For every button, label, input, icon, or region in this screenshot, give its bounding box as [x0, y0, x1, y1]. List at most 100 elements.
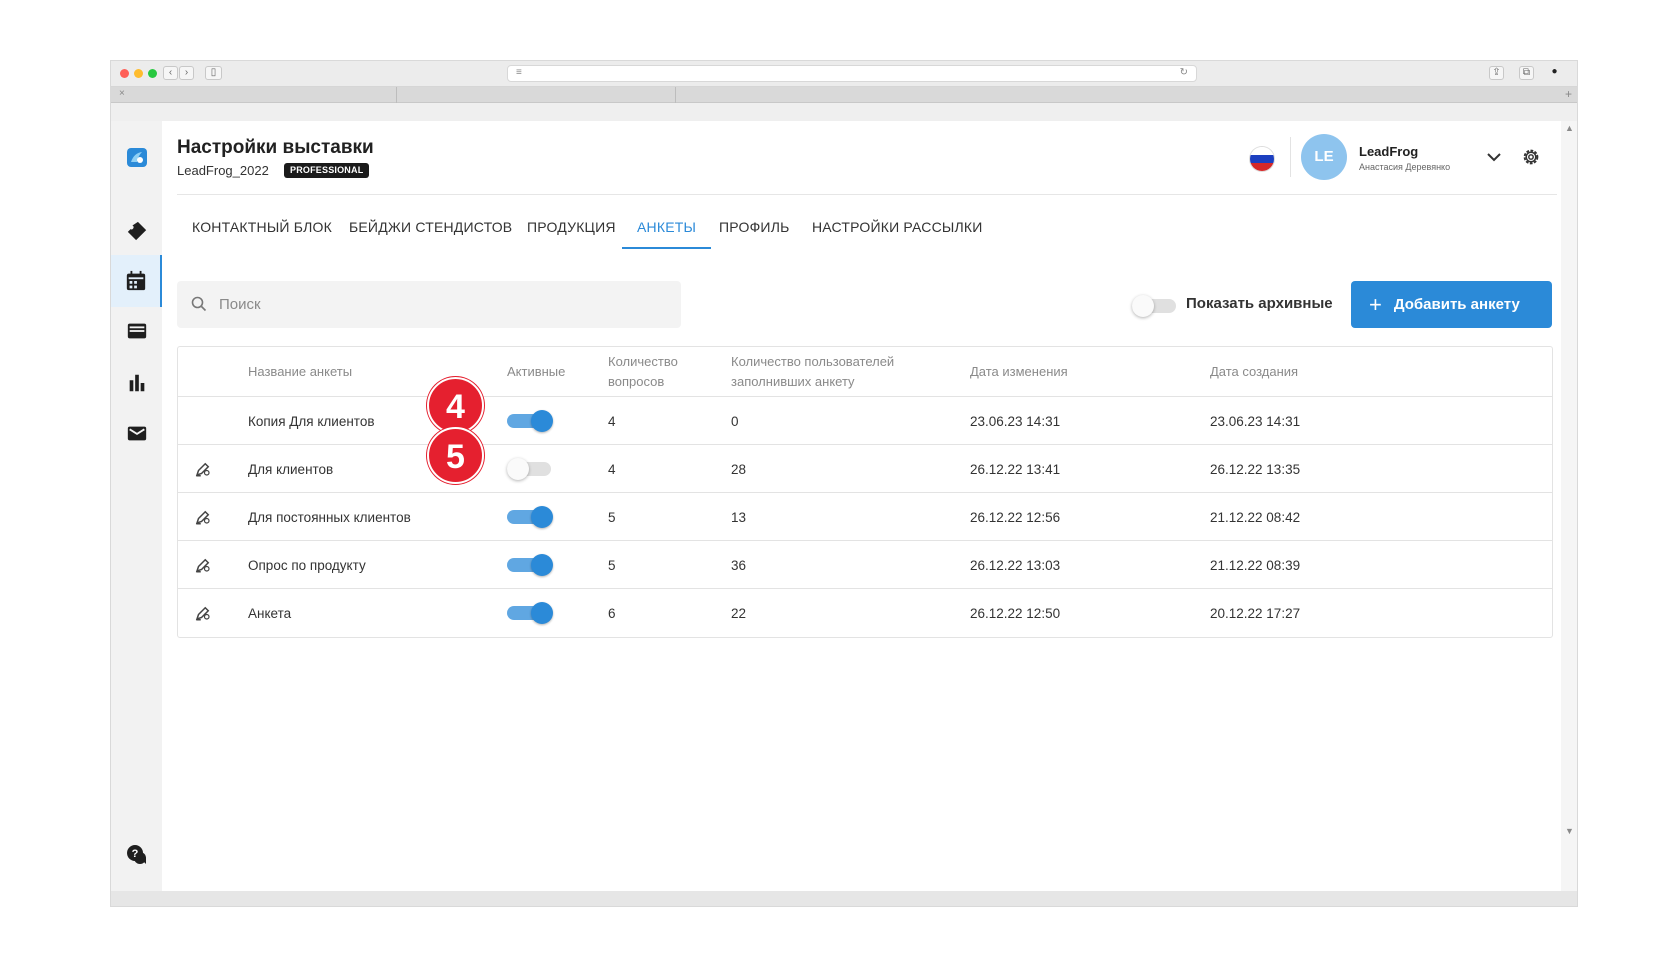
survey-name[interactable]: Копия Для клиентов: [248, 397, 375, 445]
active-toggle-cell: [507, 541, 553, 589]
toggle-knob: [507, 458, 529, 480]
forward-icon[interactable]: ›: [179, 66, 194, 80]
gear-icon[interactable]: [1520, 146, 1542, 173]
tab-mailing-settings[interactable]: НАСТРОЙКИ РАССЫЛКИ: [797, 209, 997, 249]
plan-badge: PROFESSIONAL: [284, 163, 370, 178]
modified-date: 26.12.22 13:41: [970, 461, 1061, 477]
header-questions-line1: Количество: [608, 354, 678, 369]
sidebar-item-calendar[interactable]: [111, 255, 162, 307]
table-header: Название анкеты Активные Количество вопро…: [178, 347, 1552, 397]
table-row[interactable]: Копия Для клиентов 4 0 23.06.23 14:31 23.06.…: [178, 397, 1552, 445]
tab-divider: [675, 87, 676, 103]
browser-statusbar: [111, 891, 1577, 906]
close-tab-icon[interactable]: ×: [119, 88, 125, 99]
users-count: 22: [731, 605, 747, 621]
search-input[interactable]: [219, 291, 659, 317]
table-row[interactable]: Анкета 6 22 26.12.22 12:50 20.12.22 17:27: [178, 589, 1552, 637]
header-questions[interactable]: Количество вопросов: [608, 347, 678, 397]
surveys-table: Название анкеты Активные Количество вопро…: [177, 346, 1553, 638]
active-toggle[interactable]: [507, 554, 553, 576]
sidebar-item-analytics[interactable]: [111, 357, 162, 409]
users-count: 36: [731, 557, 747, 573]
show-archived-toggle[interactable]: [1132, 295, 1178, 317]
modified-date: 26.12.22 12:50: [970, 605, 1061, 621]
tab-products[interactable]: ПРОДУКЦИЯ: [512, 209, 631, 249]
sidebar-item-tickets[interactable]: [111, 205, 162, 257]
chevron-down-icon[interactable]: [1486, 149, 1502, 170]
extension-icon[interactable]: ●: [1547, 66, 1562, 80]
header-modified[interactable]: Дата изменения: [970, 347, 1068, 397]
user-name[interactable]: LeadFrog: [1359, 144, 1418, 159]
scrollbar[interactable]: ▲ ▼: [1561, 121, 1577, 891]
flag-russia-icon[interactable]: [1250, 147, 1274, 171]
page-title: Настройки выставки: [177, 137, 374, 158]
tab-staff-badges[interactable]: БЕЙДЖИ СТЕНДИСТОВ: [334, 209, 527, 249]
add-survey-button[interactable]: + Добавить анкету: [1351, 281, 1552, 328]
reader-icon[interactable]: ≡: [516, 67, 522, 78]
created-date: 21.12.22 08:39: [1210, 557, 1301, 573]
search-icon: [191, 296, 207, 317]
active-toggle[interactable]: [507, 602, 553, 624]
sidebar-item-wallet[interactable]: [111, 305, 162, 357]
table-row[interactable]: Для клиентов 4 28 26.12.22 13:41 26.12.22 13…: [178, 445, 1552, 493]
close-window-icon[interactable]: [120, 69, 129, 78]
active-toggle[interactable]: [507, 410, 553, 432]
active-toggle-cell: [507, 589, 553, 637]
sidebar-item-mail[interactable]: [111, 407, 162, 459]
header-active[interactable]: Активные: [507, 347, 565, 397]
step-marker: 5: [427, 427, 484, 484]
survey-name[interactable]: Опрос по продукту: [248, 541, 366, 589]
tab-profile[interactable]: ПРОФИЛЬ: [704, 209, 804, 249]
sidebar-toggle-icon[interactable]: ▯: [205, 66, 222, 80]
table-row[interactable]: Для постоянных клиентов 5 13 26.12.22 12:56…: [178, 493, 1552, 541]
edit-icon[interactable]: [194, 541, 212, 589]
scroll-down-icon[interactable]: ▼: [1565, 826, 1574, 836]
edit-icon[interactable]: [194, 493, 212, 541]
event-name: LeadFrog_2022: [177, 163, 269, 178]
questions-count: 5: [608, 557, 616, 573]
maximize-window-icon[interactable]: [148, 69, 157, 78]
active-toggle[interactable]: [507, 458, 553, 480]
active-toggle-cell: [507, 493, 553, 541]
address-bar[interactable]: ≡ ↻: [507, 65, 1197, 82]
header-name[interactable]: Название анкеты: [248, 347, 352, 397]
back-icon[interactable]: ‹: [163, 66, 178, 80]
avatar[interactable]: LE: [1301, 134, 1347, 180]
share-icon[interactable]: ⇪: [1489, 66, 1504, 80]
minimize-window-icon[interactable]: [134, 69, 143, 78]
created-date: 20.12.22 17:27: [1210, 605, 1301, 621]
table-row[interactable]: Опрос по продукту 5 36 26.12.22 13:03 21.12.…: [178, 541, 1552, 589]
toggle-knob: [531, 554, 553, 576]
wallet-icon: [127, 323, 146, 339]
survey-name[interactable]: Анкета: [248, 589, 291, 637]
tab-surveys[interactable]: АНКЕТЫ: [622, 209, 712, 249]
header-users[interactable]: Количество пользователей заполнивших анке…: [731, 347, 894, 397]
help-chat-icon: ?: [126, 845, 146, 864]
tab-contact-block[interactable]: КОНТАКТНЫЙ БЛОК: [177, 209, 347, 249]
modified-date: 26.12.22 13:03: [970, 557, 1061, 573]
header-divider-line: [177, 194, 1557, 195]
header-created[interactable]: Дата создания: [1210, 347, 1298, 397]
mail-icon: [127, 426, 146, 441]
header-questions-line2: вопросов: [608, 374, 665, 389]
tabs-overview-icon[interactable]: ⧉: [1519, 66, 1534, 80]
search-box: [177, 281, 681, 328]
header-users-line1: Количество пользователей: [731, 354, 895, 369]
sidebar-item-help[interactable]: ?: [111, 829, 162, 881]
new-tab-icon[interactable]: +: [1565, 87, 1572, 101]
active-toggle[interactable]: [507, 506, 553, 528]
survey-name[interactable]: Для клиентов: [248, 445, 333, 493]
browser-window: ‹ › ▯ ≡ ↻ ⇪ ⧉ ● × + ? Настройки выставки…: [111, 61, 1577, 906]
survey-name[interactable]: Для постоянных клиентов: [248, 493, 411, 541]
edit-icon[interactable]: [194, 445, 212, 493]
edit-icon[interactable]: [194, 589, 212, 637]
users-count: 0: [731, 413, 739, 429]
reload-icon[interactable]: ↻: [1180, 67, 1188, 78]
modified-date: 23.06.23 14:31: [970, 413, 1061, 429]
questions-count: 4: [608, 413, 616, 429]
created-date: 23.06.23 14:31: [1210, 413, 1301, 429]
app-logo-icon[interactable]: [111, 131, 162, 183]
users-count: 13: [731, 509, 747, 525]
scroll-up-icon[interactable]: ▲: [1565, 123, 1574, 133]
table-body: Копия Для клиентов 4 0 23.06.23 14:31 23.06.…: [178, 397, 1552, 637]
